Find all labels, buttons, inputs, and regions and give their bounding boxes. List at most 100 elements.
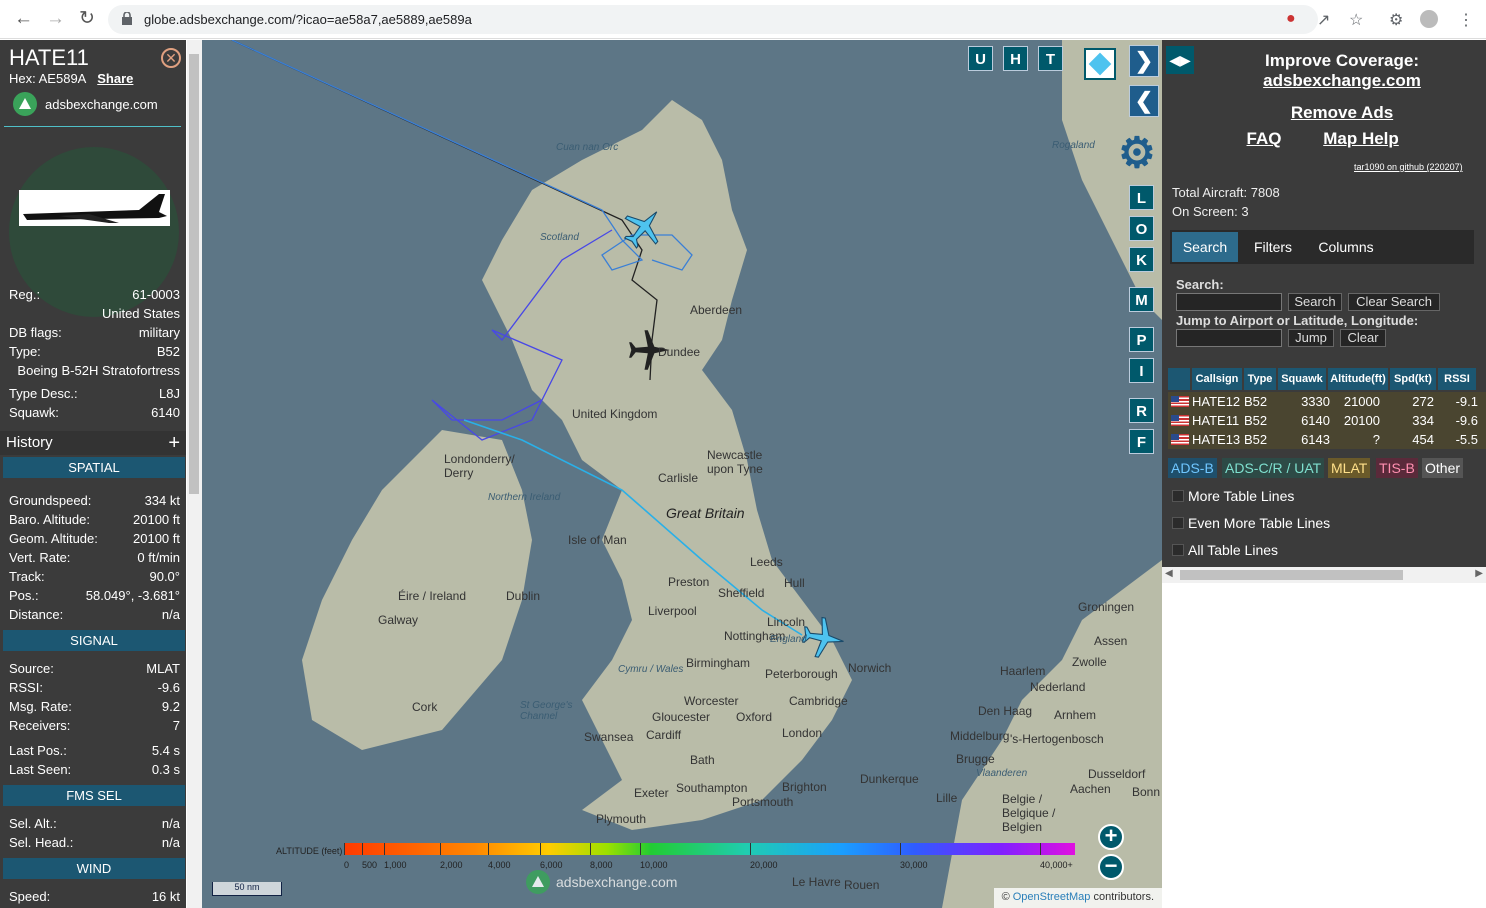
checkbox[interactable] <box>1172 490 1184 502</box>
clear-button[interactable]: Clear <box>1340 329 1386 347</box>
chevron-right-icon[interactable]: ❯ <box>1129 45 1159 77</box>
map-button-p[interactable]: P <box>1129 327 1154 352</box>
table-header[interactable]: Callsign <box>1192 368 1242 390</box>
checkbox[interactable] <box>1172 517 1184 529</box>
version-link[interactable]: tar1090 on github (220207) <box>1354 162 1463 172</box>
share-link[interactable]: Share <box>97 71 133 86</box>
brand-link[interactable]: adsbexchange.com <box>13 92 158 116</box>
fms-header[interactable]: FMS SEL <box>3 785 185 806</box>
info-row-spatial: Baro. Altitude: 20100 ft <box>9 512 180 527</box>
chevron-left-icon[interactable]: ❮ <box>1129 85 1159 117</box>
altitude-tick-mark <box>750 843 751 855</box>
map-button-k[interactable]: K <box>1129 247 1154 272</box>
tab-search[interactable]: Search <box>1172 232 1238 262</box>
info-value: military <box>138 325 180 340</box>
on-screen-count: On Screen: 3 <box>1172 204 1249 219</box>
extensions-icon[interactable]: ⚙ <box>1389 10 1403 30</box>
map-label: Cardiff <box>646 728 682 742</box>
table-header[interactable]: Spd(kt) <box>1390 368 1436 390</box>
info-label: Vert. Rate: <box>9 550 71 565</box>
source-filter-ads-c-r-uat[interactable]: ADS-C/R / UAT <box>1222 458 1325 478</box>
altitude-tick-mark <box>900 843 901 855</box>
info-row-spatial: Vert. Rate: 0 ft/min <box>9 550 180 565</box>
table-scrollbar[interactable]: ◀ ▶ <box>1162 567 1486 583</box>
settings-gear-icon[interactable]: ⚙ <box>1114 130 1160 176</box>
panel-toggle-icon[interactable]: ◀▶ <box>1166 46 1194 74</box>
sidebar-scrollbar[interactable] <box>187 40 202 908</box>
source-filter-other[interactable]: Other <box>1422 458 1464 478</box>
table-cell-callsign: HATE11 <box>1192 413 1240 428</box>
history-toggle[interactable]: History + <box>0 431 186 455</box>
info-value: 7 <box>172 718 180 733</box>
map-button-i[interactable]: I <box>1129 358 1154 383</box>
star-icon[interactable]: ☆ <box>1349 10 1363 30</box>
faq-link[interactable]: FAQ <box>1244 129 1284 149</box>
map-label: Leeds <box>750 555 783 569</box>
osm-link[interactable]: OpenStreetMap <box>1013 891 1091 903</box>
source-filter-ads-b[interactable]: ADS-B <box>1168 458 1217 478</box>
map-button-f[interactable]: F <box>1129 429 1154 454</box>
location-blocked-icon[interactable]: ● <box>1286 10 1296 28</box>
map-button-l[interactable]: L <box>1129 185 1154 210</box>
checkbox[interactable] <box>1172 544 1184 556</box>
table-header[interactable]: Altitude(ft) <box>1328 368 1388 390</box>
signal-header[interactable]: SIGNAL <box>3 630 185 651</box>
zoom-out-icon[interactable]: − <box>1098 854 1124 880</box>
share-icon[interactable]: ↗ <box>1317 10 1330 30</box>
clear-search-button[interactable]: Clear Search <box>1348 293 1440 311</box>
map-button-r[interactable]: R <box>1129 398 1154 423</box>
table-row[interactable]: HATE11 B52 6140 20100 334 -9.6 <box>1168 411 1486 430</box>
altitude-tick-mark <box>362 843 363 855</box>
map-button-o[interactable]: O <box>1129 216 1154 241</box>
table-header[interactable]: Squawk <box>1278 368 1326 390</box>
search-input[interactable] <box>1176 293 1282 311</box>
spatial-header[interactable]: SPATIAL <box>3 457 185 478</box>
layers-icon[interactable] <box>1084 48 1116 80</box>
scrollbar-thumb[interactable] <box>1180 570 1403 580</box>
reload-icon[interactable]: ↻ <box>79 8 95 30</box>
back-icon[interactable]: ← <box>14 8 33 30</box>
jump-button[interactable]: Jump <box>1288 329 1334 347</box>
scroll-right-icon[interactable]: ▶ <box>1475 568 1483 579</box>
tab-columns[interactable]: Columns <box>1308 232 1384 262</box>
table-header[interactable]: RSSI <box>1438 368 1476 390</box>
map-label: Rouen <box>844 878 880 892</box>
table-header[interactable]: Type <box>1244 368 1276 390</box>
source-filter-tis-b[interactable]: TIS-B <box>1376 458 1418 478</box>
table-row[interactable]: HATE13 B52 6143? 454 -5.5 <box>1168 430 1486 449</box>
map-button-t[interactable]: T <box>1038 46 1063 71</box>
aircraft-marker-hate12-icon[interactable] <box>622 205 666 249</box>
scrollbar-thumb[interactable] <box>189 54 199 494</box>
address-bar[interactable]: globe.adsbexchange.com/?icao=ae58a7,ae58… <box>108 5 1318 34</box>
aircraft-marker-hate13-icon[interactable] <box>802 616 846 660</box>
remove-ads-link[interactable]: Remove Ads <box>1222 103 1462 123</box>
improve-coverage-link[interactable]: adsbexchange.com <box>1222 71 1462 91</box>
search-button[interactable]: Search <box>1288 293 1342 311</box>
map-button-h[interactable]: H <box>1003 46 1028 71</box>
jump-input[interactable] <box>1176 329 1282 347</box>
info-row-spatial: Distance: n/a <box>9 607 180 622</box>
close-icon[interactable]: ✕ <box>161 48 181 68</box>
map-canvas[interactable]: Cuan nan Orc Scotland Aberdeen Dundee United… <box>202 40 1162 908</box>
map-button-m[interactable]: M <box>1129 287 1154 312</box>
scroll-left-icon[interactable]: ◀ <box>1165 568 1173 579</box>
profile-icon[interactable] <box>1420 10 1438 28</box>
map-label: Den Haag <box>978 704 1033 718</box>
zoom-in-icon[interactable]: + <box>1098 824 1124 850</box>
hex-label: Hex: <box>9 71 36 86</box>
map-help-link[interactable]: Map Help <box>1320 129 1402 149</box>
forward-icon[interactable]: → <box>46 8 65 30</box>
aircraft-photo[interactable] <box>19 190 170 226</box>
info-row-wind: Speed: 16 kt <box>9 889 180 904</box>
menu-icon[interactable]: ⋮ <box>1458 10 1474 30</box>
table-cell-spd: 272 <box>1412 394 1434 409</box>
plus-icon[interactable]: + <box>168 431 180 455</box>
info-row-signal: Source: MLAT <box>9 661 180 676</box>
right-panel: ◀▶ Improve Coverage: adsbexchange.com Re… <box>1162 40 1486 908</box>
wind-header[interactable]: WIND <box>3 858 185 879</box>
map-label: Newcastle upon Tyne <box>707 448 763 476</box>
table-row[interactable]: HATE12 B52 3330 21000 272 -9.1 <box>1168 392 1486 411</box>
map-button-u[interactable]: U <box>968 46 993 71</box>
tab-filters[interactable]: Filters <box>1242 232 1304 262</box>
source-filter-mlat[interactable]: MLAT <box>1328 458 1371 478</box>
